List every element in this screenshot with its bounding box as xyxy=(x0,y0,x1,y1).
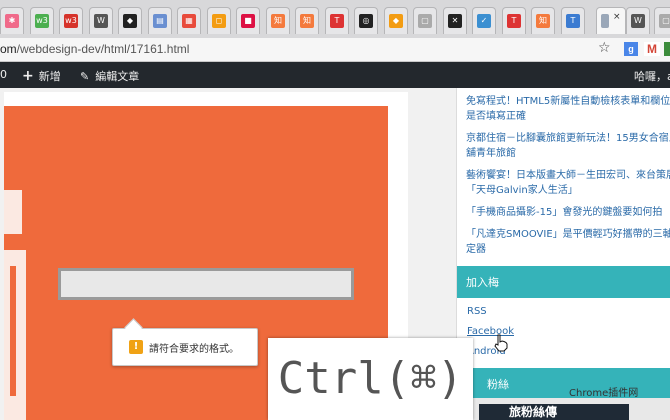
html5-logo-fragment xyxy=(4,250,26,420)
join-widget-header: 加入梅 xyxy=(457,266,670,298)
orange-badge-icon: 知 xyxy=(271,14,285,28)
fans-widget-preview: 旅粉絲傳 xyxy=(457,398,670,420)
post-link[interactable]: 藝術饗宴！日本版畫大師－生田宏司、來台策展 xyxy=(466,168,670,183)
fans-widget-title: 粉絲 xyxy=(487,378,509,391)
keyboard-shortcut-overlay: Ctrl(⌘) xyxy=(268,338,473,420)
post-link[interactable]: 「手機商品攝影-15」會發光的鍵盤要如何拍 xyxy=(466,205,670,220)
browser-tab[interactable]: T xyxy=(325,7,349,34)
pencil-icon: ✎ xyxy=(80,70,90,83)
browser-tab[interactable]: w3 xyxy=(59,7,83,34)
browser-tab[interactable]: 知 xyxy=(266,7,290,34)
url-host: om xyxy=(0,42,17,56)
colorful-grid-icon: ▦ xyxy=(182,14,196,28)
admin-bar-counter[interactable]: 0 xyxy=(0,68,7,81)
wordpress-icon: W xyxy=(631,14,645,28)
post-link[interactable]: 「凡達克SMOOVIE」是平價輕巧好攜帶的三軸穩 xyxy=(466,227,670,242)
browser-tab[interactable]: ◎ xyxy=(354,7,378,34)
post-link-cont[interactable]: 「天母Galvin家人生活」 xyxy=(466,183,670,198)
browser-tab[interactable]: ◆ xyxy=(384,7,408,34)
browser-tab[interactable]: ▢ xyxy=(654,7,670,34)
post-link-cont[interactable]: 定器 xyxy=(466,242,670,257)
user-greeting[interactable]: 哈囉，a xyxy=(634,68,670,84)
watermark-text: Chrome插件网 xyxy=(569,388,639,399)
post-link-cont[interactable]: 舖青年旅館 xyxy=(466,146,670,161)
hand-pointer-icon xyxy=(494,334,508,352)
wp-admin-bar: 0 + 新增 ✎ 編輯文章 哈囉，a xyxy=(0,62,670,88)
rss-link[interactable]: RSS xyxy=(467,306,487,317)
html5-logo-fragment xyxy=(4,190,22,234)
url-field[interactable]: om/webdesign-dev/html/17161.html xyxy=(0,42,189,56)
browser-tab[interactable]: ◻ xyxy=(207,7,231,34)
red-label-icon: ■ xyxy=(241,14,255,28)
browser-tab[interactable]: ▤ xyxy=(148,7,172,34)
new-post-label: 新增 xyxy=(38,70,61,83)
validation-message: 請符合要求的格式。 xyxy=(149,344,239,355)
warning-icon: ! xyxy=(129,340,143,354)
google-extension-icon[interactable]: g xyxy=(624,42,638,56)
active-browser-tab[interactable]: × xyxy=(596,7,626,34)
red-t-icon: T xyxy=(330,14,344,28)
browser-tab[interactable]: ◆ xyxy=(118,7,142,34)
browser-tab[interactable]: ▢ xyxy=(413,7,437,34)
blue-t-icon: T xyxy=(566,14,580,28)
address-bar: om/webdesign-dev/html/17161.html ☆ g M xyxy=(0,38,670,62)
browser-tab[interactable]: ▦ xyxy=(177,7,201,34)
sidebar: 免寫程式！HTML5新屬性自動檢核表單和欄位格 是否填寫正確 京都住宿－比腳囊旅… xyxy=(456,88,670,420)
check-icon: ✓ xyxy=(477,14,491,28)
browser-tab[interactable]: ✕ xyxy=(443,7,467,34)
browser-tab[interactable]: W xyxy=(89,7,113,34)
demo-input-field[interactable] xyxy=(58,268,354,300)
join-widget-title: 加入梅 xyxy=(466,276,499,289)
dark-circle-icon: ◎ xyxy=(359,14,373,28)
red-t-icon: T xyxy=(507,14,521,28)
post-link[interactable]: 京都住宿－比腳囊旅館更新玩法！15男女合宿上下 xyxy=(466,131,670,146)
url-path: /webdesign-dev/html/17161.html xyxy=(16,42,190,56)
pinwheel-icon: ✱ xyxy=(5,14,19,28)
edit-post-label: 編輯文章 xyxy=(95,70,140,83)
browser-tab[interactable]: T xyxy=(502,7,526,34)
edit-post-button[interactable]: ✎ 編輯文章 xyxy=(80,68,139,84)
orange-badge-icon: 知 xyxy=(300,14,314,28)
page-icon xyxy=(601,14,609,28)
browser-tab[interactable]: 知 xyxy=(295,7,319,34)
x-icon: ✕ xyxy=(448,14,462,28)
post-link[interactable]: 免寫程式！HTML5新屬性自動檢核表單和欄位格 xyxy=(466,94,670,109)
document-icon: ▢ xyxy=(418,14,432,28)
browser-tab[interactable]: 知 xyxy=(531,7,555,34)
browser-tab-strip: ✱ w3 w3 W ◆ ▤ ▦ ◻ ■ 知 知 T ◎ ◆ ▢ ✕ ✓ T 知 T × W ▢ xyxy=(0,0,670,38)
post-link-cont[interactable]: 是否填寫正確 xyxy=(466,109,670,124)
fans-banner[interactable]: 旅粉絲傳 xyxy=(479,404,629,420)
browser-tab[interactable]: ✓ xyxy=(472,7,496,34)
bookmark-star-icon[interactable]: ☆ xyxy=(598,40,611,56)
orange-diamond-icon: ◆ xyxy=(389,14,403,28)
document-icon: ▢ xyxy=(659,14,670,28)
orange-badge-icon: 知 xyxy=(536,14,550,28)
validation-tooltip: ! 請符合要求的格式。 xyxy=(112,328,258,366)
wordpress-icon: W xyxy=(94,14,108,28)
extension-icon[interactable] xyxy=(664,42,670,56)
space-invader-icon: ◆ xyxy=(123,14,137,28)
orange-square-icon: ◻ xyxy=(212,14,226,28)
page-icon: ▤ xyxy=(153,14,167,28)
plus-icon: + xyxy=(22,68,34,84)
browser-tab[interactable]: T xyxy=(561,7,585,34)
w3-red-icon: w3 xyxy=(64,14,78,28)
browser-tab[interactable]: ✱ xyxy=(0,7,24,34)
browser-tab[interactable]: W xyxy=(626,7,650,34)
browser-tab[interactable]: w3 xyxy=(30,7,54,34)
browser-tab[interactable]: ■ xyxy=(236,7,260,34)
w3-green-icon: w3 xyxy=(35,14,49,28)
close-tab-icon[interactable]: × xyxy=(613,12,621,22)
gmail-extension-icon[interactable]: M xyxy=(644,42,660,56)
new-post-button[interactable]: + 新增 xyxy=(22,68,61,84)
